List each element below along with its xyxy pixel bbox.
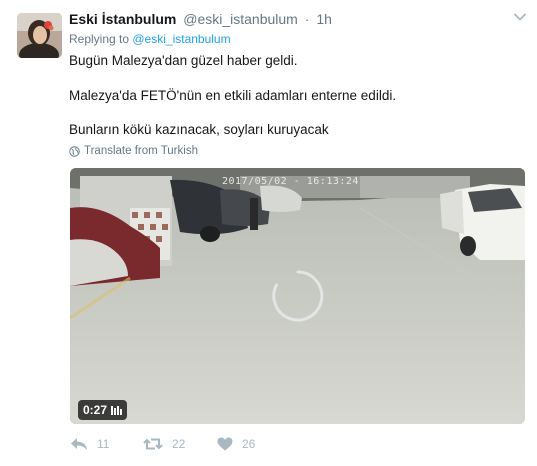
author-handle[interactable]: @eski_istanbulum [183,11,298,27]
replying-to: Replying to @eski_istanbulum [69,32,231,46]
replying-handle-link[interactable]: @eski_istanbulum [132,32,230,46]
globe-icon [69,145,80,157]
reply-count: 11 [97,437,110,451]
video-duration-badge: 0:27 [78,400,128,420]
tweet-text-line: Bunların kökü kazınacak, soyları kuruyac… [69,122,329,137]
chevron-down-icon[interactable] [513,10,527,24]
volume-bars-icon [111,405,123,415]
tweet-card[interactable]: Eski İstanbulum @eski_istanbulum · 1h Re… [0,0,537,466]
heart-icon [217,437,233,451]
tweet-header: Eski İstanbulum @eski_istanbulum · 1h [69,11,332,27]
avatar[interactable] [17,13,62,58]
author-name[interactable]: Eski İstanbulum [69,11,176,27]
video-player[interactable]: 2017/05/02 - 16:13:24 0:27 [70,168,525,424]
translate-label: Translate from Turkish [84,145,198,157]
like-button[interactable]: 26 [217,437,255,451]
like-count: 26 [242,437,256,451]
retweet-count: 22 [172,437,186,451]
tweet-timestamp[interactable]: 1h [316,11,332,27]
translate-link[interactable]: Translate from Turkish [69,145,198,157]
retweet-icon [143,438,163,450]
tweet-text-line: Bugün Malezya'dan güzel haber geldi. [69,53,298,68]
reply-icon [71,438,87,450]
replying-prefix: Replying to [69,32,133,46]
tweet-text-line: Malezya'da FETÖ'nün en etkili adamları e… [69,88,397,103]
video-duration: 0:27 [83,403,108,417]
loading-spinner-icon [272,270,324,322]
reply-button[interactable]: 11 [70,437,109,451]
separator-dot: · [304,11,310,27]
retweet-button[interactable]: 22 [143,437,185,451]
video-timestamp-overlay: 2017/05/02 - 16:13:24 [222,176,359,187]
